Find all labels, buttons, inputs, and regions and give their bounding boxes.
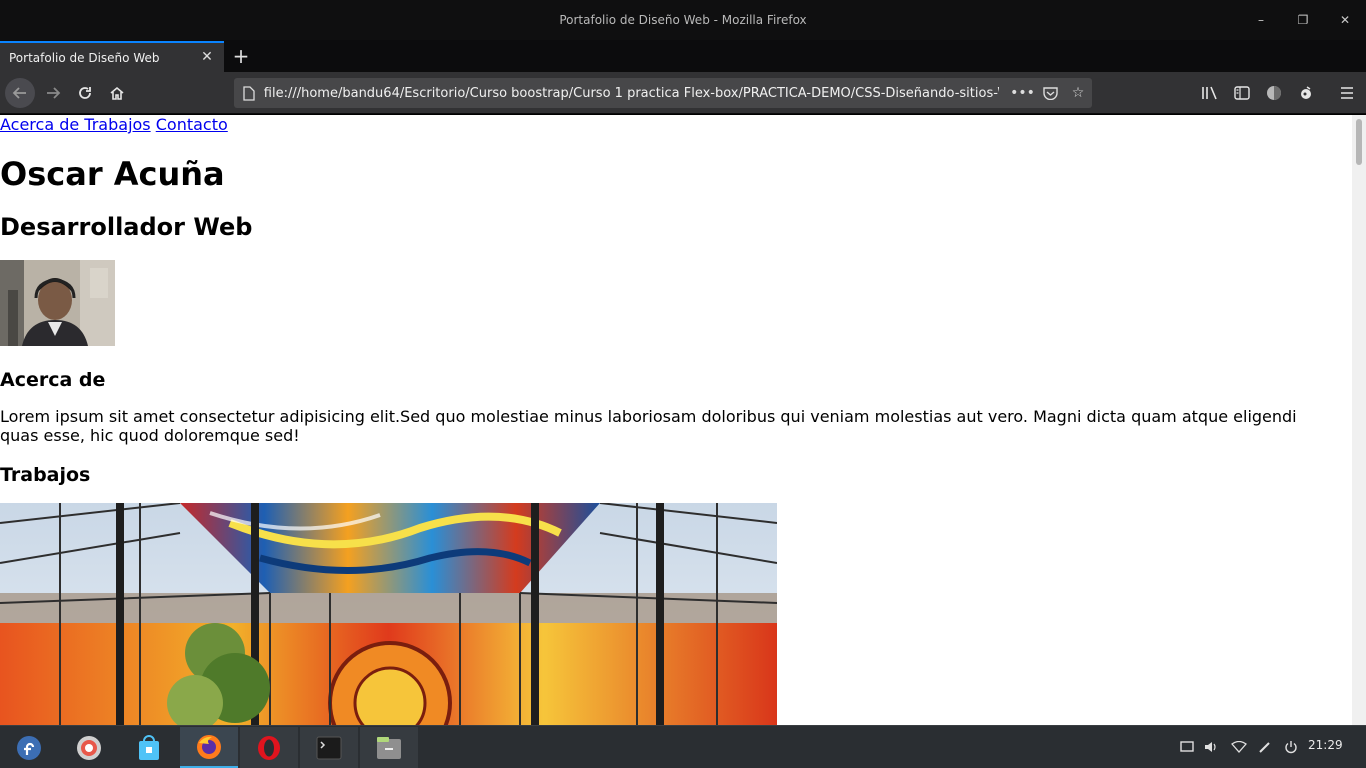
sidebar-icon[interactable] [1230,81,1254,105]
window-title: Portafolio de Diseño Web - Mozilla Firef… [559,13,807,27]
url-text[interactable]: file:///home/bandu64/Escritorio/Curso bo… [264,86,999,101]
about-heading: Acerca de [0,369,106,391]
firefox-taskbar-icon[interactable] [180,727,238,768]
reload-button[interactable] [70,78,100,108]
extension-icon[interactable] [1294,81,1318,105]
power-icon[interactable] [1282,738,1300,756]
reload-icon [79,87,91,99]
menu-hamburger-icon[interactable] [1335,81,1359,105]
taskbar: 21:29 [0,725,1366,768]
network-icon[interactable] [1230,738,1248,756]
account-avatar-icon[interactable] [1262,81,1286,105]
home-button[interactable] [102,78,132,108]
home-icon [110,86,124,100]
bookmark-star-icon[interactable]: ☆ [1064,78,1092,108]
scrollbar-thumb[interactable] [1356,119,1362,165]
library-icon[interactable] [1198,81,1222,105]
close-window-button[interactable]: ✕ [1324,0,1366,40]
tab-bar: Portafolio de Diseño Web ✕ + [0,40,1366,72]
taskbar-clock[interactable]: 21:29 [1308,738,1343,752]
terminal-taskbar-icon[interactable] [300,727,358,768]
arrow-left-icon [12,87,26,99]
nav-link-contact[interactable]: Contacto [156,115,228,134]
software-store-icon[interactable] [120,727,178,768]
opera-taskbar-icon[interactable] [240,727,298,768]
files-taskbar-icon[interactable] [360,727,418,768]
tab-close-icon[interactable]: ✕ [198,48,216,66]
site-nav: Acerca de Trabajos Contacto [0,115,228,135]
volume-icon[interactable] [1202,738,1220,756]
minimize-button[interactable]: – [1240,0,1282,40]
tab-title: Portafolio de Diseño Web [9,50,160,65]
page-content: Acerca de Trabajos Contacto Oscar Acuña … [0,115,1352,725]
tab-active[interactable]: Portafolio de Diseño Web ✕ [0,41,224,72]
window-titlebar: Portafolio de Diseño Web - Mozilla Firef… [0,0,1366,40]
pen-tool-icon[interactable] [1256,738,1274,756]
pocket-icon[interactable] [1036,78,1064,108]
page-scrollbar[interactable] [1352,115,1366,725]
maximize-button[interactable]: ❐ [1282,0,1324,40]
window-controls: – ❐ ✕ [1240,0,1366,40]
forward-button[interactable] [38,78,68,108]
nav-link-about-works[interactable]: Acerca de Trabajos [0,115,151,134]
works-heading: Trabajos [0,464,91,486]
page-icon [234,78,264,108]
new-tab-button[interactable]: + [229,44,253,68]
arrow-right-icon [47,87,61,99]
about-text: Lorem ipsum sit amet consectetur adipisi… [0,407,1297,445]
settings-app-icon[interactable] [60,727,118,768]
url-bar[interactable]: file:///home/bandu64/Escritorio/Curso bo… [234,78,1092,108]
fedora-menu-icon[interactable] [0,727,58,768]
page-actions-icon[interactable]: ••• [1009,78,1037,108]
work-image [0,503,777,725]
page-role-heading: Desarrollador Web [0,213,253,241]
profile-photo [0,260,115,346]
notifications-icon[interactable] [1178,738,1196,756]
back-button[interactable] [5,78,35,108]
page-name-heading: Oscar Acuña [0,155,225,193]
